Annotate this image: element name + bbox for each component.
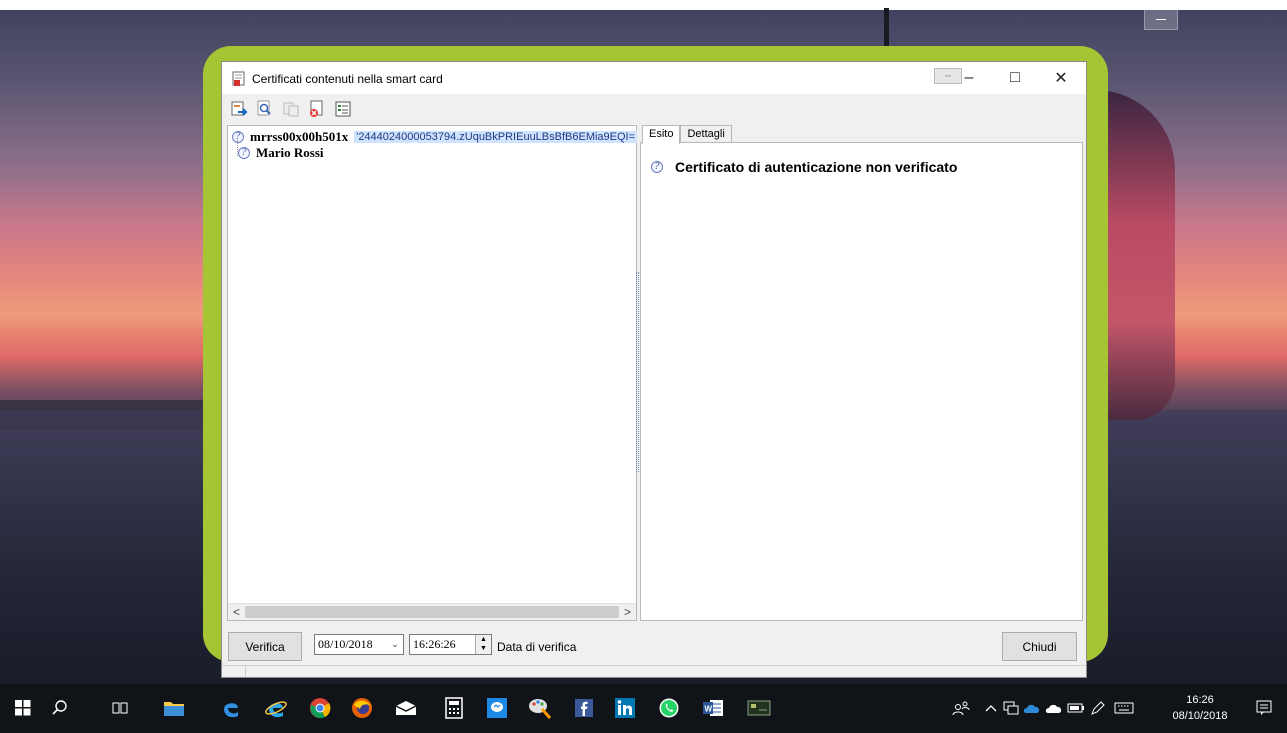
view-certificate-icon[interactable] (254, 98, 276, 120)
copy-certificate-icon (280, 98, 302, 120)
status-bar (222, 665, 1086, 677)
unverified-question-icon: ? (232, 131, 244, 143)
word-icon[interactable]: W (697, 692, 729, 724)
smart-card-app-icon[interactable] (743, 692, 775, 724)
clock-time: 16:26 (1186, 694, 1214, 706)
time-value: 16:26:26 (413, 637, 456, 651)
delete-certificate-icon[interactable] (306, 98, 328, 120)
chrome-icon[interactable] (304, 692, 336, 724)
scroll-thumb[interactable] (245, 606, 619, 618)
unverified-question-icon: ? (238, 147, 250, 159)
details-list-icon[interactable] (332, 98, 354, 120)
date-value: 08/10/2018 (318, 637, 373, 651)
paint-icon[interactable] (524, 692, 556, 724)
time-spinner[interactable]: 16:26:26 ▲ ▼ (409, 634, 492, 655)
certificate-subject: mrrss00x00h501x (250, 129, 349, 144)
notifications-icon[interactable] (1252, 698, 1276, 718)
scroll-left-arrow[interactable]: < (228, 604, 245, 621)
firefox-icon[interactable] (346, 692, 378, 724)
certificate-app-icon (232, 71, 245, 86)
scroll-right-arrow[interactable]: > (619, 604, 636, 621)
battery-icon[interactable] (1066, 698, 1086, 718)
linkedin-icon[interactable] (609, 692, 641, 724)
clock-date: 08/10/2018 (1172, 710, 1228, 722)
title-bar[interactable]: Certificati contenuti nella smart card ⇔… (222, 62, 1086, 94)
window-title: Certificati contenuti nella smart card (252, 72, 443, 86)
people-icon[interactable] (950, 698, 972, 718)
network-icon[interactable] (1002, 698, 1020, 718)
calculator-icon[interactable] (438, 692, 470, 724)
pane-splitter-handle[interactable] (636, 272, 639, 472)
start-windows-icon[interactable] (7, 692, 39, 724)
facebook-icon[interactable] (568, 692, 600, 724)
tree-item-certificate[interactable]: ? mrrss00x00h501x '2444024000053794.zUqu… (232, 129, 638, 144)
export-certificate-icon[interactable] (228, 98, 250, 120)
onedrive-icon[interactable] (1022, 698, 1042, 718)
toolbar (228, 98, 354, 122)
chevron-up-icon[interactable] (982, 698, 1000, 718)
wallpaper-mast (884, 8, 889, 48)
whatsapp-icon[interactable] (653, 692, 685, 724)
tree-item-holder[interactable]: ? Mario Rossi (238, 145, 324, 160)
verification-result: ? Certificato di autenticazione non veri… (651, 159, 957, 175)
task-view-icon[interactable] (104, 692, 136, 724)
system-clock[interactable]: 16:26 08/10/2018 (1172, 692, 1228, 724)
svg-text:W: W (705, 705, 713, 714)
certificates-window: Certificati contenuti nella smart card ⇔… (221, 61, 1087, 678)
screen-top-strip (0, 0, 1287, 10)
chevron-down-icon[interactable]: ⌄ (387, 635, 403, 654)
search-icon[interactable] (44, 692, 76, 724)
desktop-minimize-button[interactable] (1144, 8, 1178, 30)
pen-icon[interactable] (1088, 698, 1108, 718)
file-explorer-icon[interactable] (158, 692, 190, 724)
tab-esito[interactable]: Esito (642, 125, 681, 144)
horizontal-scrollbar[interactable]: < > (228, 603, 636, 620)
date-label: Data di verifica (497, 640, 577, 654)
spinner-arrows-icon[interactable]: ▲ ▼ (475, 635, 491, 654)
minimize-button[interactable]: – (946, 62, 992, 94)
date-picker[interactable]: 08/10/2018 ⌄ (314, 634, 404, 655)
close-window-button[interactable]: ✕ (1038, 62, 1084, 94)
certificate-serial: '2444024000053794.zUquBkPRIEuuLBsBfB6EMi… (354, 131, 638, 143)
verify-button[interactable]: Verifica (228, 632, 302, 661)
result-panel: ? Certificato di autenticazione non veri… (640, 142, 1083, 621)
tab-dettagli[interactable]: Dettagli (680, 125, 732, 143)
internet-explorer-icon[interactable] (260, 692, 292, 724)
close-button[interactable]: Chiudi (1002, 632, 1077, 661)
unverified-question-icon: ? (651, 161, 663, 173)
messenger-icon[interactable] (481, 692, 513, 724)
result-tabs: Esito Dettagli (642, 125, 732, 144)
certificate-tree[interactable]: ? mrrss00x00h501x '2444024000053794.zUqu… (227, 125, 638, 621)
result-message: Certificato di autenticazione non verifi… (675, 159, 958, 175)
cloud-icon[interactable] (1044, 698, 1064, 718)
maximize-button[interactable]: □ (992, 62, 1038, 94)
taskbar: W 16:26 08/10/2018 (0, 684, 1287, 733)
holder-name: Mario Rossi (256, 145, 324, 160)
mail-icon[interactable] (390, 692, 422, 724)
edge-icon[interactable] (215, 692, 247, 724)
keyboard-icon[interactable] (1112, 698, 1136, 718)
